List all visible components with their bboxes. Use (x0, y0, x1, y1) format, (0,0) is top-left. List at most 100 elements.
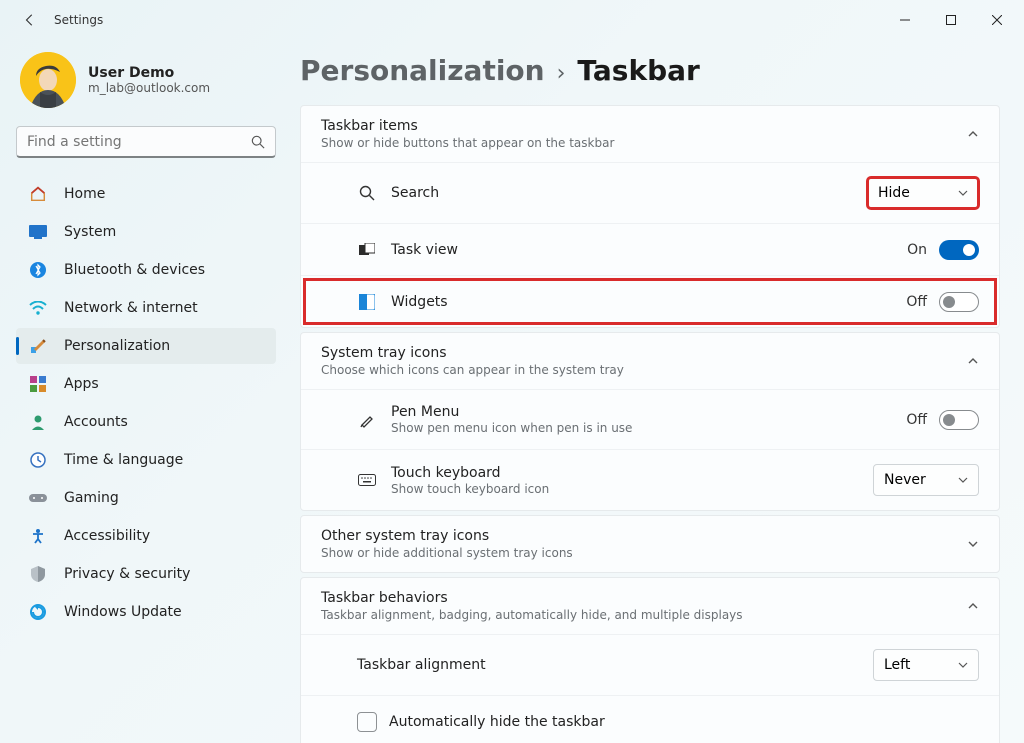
toggle-state: On (907, 242, 927, 258)
nav-apps[interactable]: Apps (16, 366, 276, 402)
chevron-right-icon: › (557, 61, 566, 86)
nav-label: Network & internet (64, 300, 198, 316)
row-pen-menu: Pen Menu Show pen menu icon when pen is … (301, 389, 999, 449)
nav-gaming[interactable]: Gaming (16, 480, 276, 516)
row-search: Search Hide (301, 162, 999, 223)
taskview-icon (357, 240, 377, 260)
home-icon (28, 184, 48, 204)
section-system-tray: System tray icons Choose which icons can… (300, 332, 1000, 511)
user-email: m_lab@outlook.com (88, 81, 210, 95)
close-button[interactable] (974, 0, 1020, 40)
nav-privacy[interactable]: Privacy & security (16, 556, 276, 592)
nav-personalization[interactable]: Personalization (16, 328, 276, 364)
nav-label: Accounts (64, 414, 128, 430)
toggle-state: Off (906, 294, 927, 310)
nav-label: Accessibility (64, 528, 150, 544)
section-header[interactable]: Taskbar behaviors Taskbar alignment, bad… (301, 578, 999, 634)
section-title: System tray icons (321, 345, 967, 361)
row-label: Pen Menu (391, 404, 906, 420)
row-label: Automatically hide the taskbar (389, 714, 605, 730)
row-widgets: Widgets Off (301, 275, 999, 327)
gaming-icon (28, 488, 48, 508)
section-subtitle: Show or hide additional system tray icon… (321, 546, 967, 560)
autohide-checkbox[interactable] (357, 712, 377, 732)
nav-time[interactable]: Time & language (16, 442, 276, 478)
bluetooth-icon (28, 260, 48, 280)
section-other-tray[interactable]: Other system tray icons Show or hide add… (300, 515, 1000, 573)
chevron-up-icon (967, 355, 979, 367)
widgets-icon (357, 292, 377, 312)
nav-home[interactable]: Home (16, 176, 276, 212)
row-label: Task view (391, 242, 907, 258)
search-box[interactable] (16, 126, 276, 158)
maximize-button[interactable] (928, 0, 974, 40)
row-touch-keyboard: Touch keyboard Show touch keyboard icon … (301, 449, 999, 510)
page-title: Taskbar (577, 54, 699, 87)
nav-bluetooth[interactable]: Bluetooth & devices (16, 252, 276, 288)
dropdown-value: Left (884, 657, 910, 673)
system-icon (28, 222, 48, 242)
nav-label: Privacy & security (64, 566, 190, 582)
row-label: Widgets (391, 294, 906, 310)
pen-icon (357, 410, 377, 430)
window-title: Settings (54, 13, 103, 27)
section-subtitle: Choose which icons can appear in the sys… (321, 363, 967, 377)
nav-accounts[interactable]: Accounts (16, 404, 276, 440)
nav-update[interactable]: Windows Update (16, 594, 276, 630)
nav-label: Time & language (64, 452, 183, 468)
title-bar: Settings (0, 0, 1024, 40)
back-button[interactable] (16, 6, 44, 34)
nav-accessibility[interactable]: Accessibility (16, 518, 276, 554)
chevron-up-icon (967, 600, 979, 612)
search-icon (251, 135, 265, 149)
section-taskbar-behaviors: Taskbar behaviors Taskbar alignment, bad… (300, 577, 1000, 743)
nav-label: Apps (64, 376, 99, 392)
breadcrumb-parent[interactable]: Personalization (300, 54, 545, 87)
row-label: Search (391, 185, 867, 201)
accounts-icon (28, 412, 48, 432)
taskview-toggle[interactable] (939, 240, 979, 260)
row-autohide[interactable]: Automatically hide the taskbar (301, 695, 999, 743)
update-icon (28, 602, 48, 622)
toggle-state: Off (906, 412, 927, 428)
section-header[interactable]: System tray icons Choose which icons can… (301, 333, 999, 389)
row-label: Touch keyboard (391, 465, 873, 481)
section-title: Taskbar items (321, 118, 967, 134)
sidebar: User Demo m_lab@outlook.com Home System … (0, 40, 292, 743)
row-alignment: Taskbar alignment Left (301, 634, 999, 695)
section-title: Taskbar behaviors (321, 590, 967, 606)
section-subtitle: Show or hide buttons that appear on the … (321, 136, 967, 150)
shield-icon (28, 564, 48, 584)
breadcrumb: Personalization › Taskbar (300, 54, 1000, 87)
accessibility-icon (28, 526, 48, 546)
row-taskview: Task view On (301, 223, 999, 275)
pen-toggle[interactable] (939, 410, 979, 430)
chevron-down-icon (958, 475, 968, 485)
section-header[interactable]: Taskbar items Show or hide buttons that … (301, 106, 999, 162)
nav-list: Home System Bluetooth & devices Network … (16, 176, 276, 630)
nav-label: Home (64, 186, 105, 202)
nav-label: Bluetooth & devices (64, 262, 205, 278)
wifi-icon (28, 298, 48, 318)
search-input[interactable] (27, 134, 251, 150)
row-sublabel: Show pen menu icon when pen is in use (391, 421, 906, 435)
nav-system[interactable]: System (16, 214, 276, 250)
search-dropdown[interactable]: Hide (867, 177, 979, 209)
apps-icon (28, 374, 48, 394)
nav-label: Gaming (64, 490, 119, 506)
section-subtitle: Taskbar alignment, badging, automaticall… (321, 608, 967, 622)
nav-label: System (64, 224, 116, 240)
user-profile[interactable]: User Demo m_lab@outlook.com (20, 52, 276, 108)
minimize-button[interactable] (882, 0, 928, 40)
touch-keyboard-dropdown[interactable]: Never (873, 464, 979, 496)
section-taskbar-items: Taskbar items Show or hide buttons that … (300, 105, 1000, 328)
chevron-down-icon (958, 660, 968, 670)
dropdown-value: Never (884, 472, 926, 488)
chevron-up-icon (967, 128, 979, 140)
nav-network[interactable]: Network & internet (16, 290, 276, 326)
dropdown-value: Hide (878, 185, 910, 201)
alignment-dropdown[interactable]: Left (873, 649, 979, 681)
nav-label: Windows Update (64, 604, 182, 620)
widgets-toggle[interactable] (939, 292, 979, 312)
row-sublabel: Show touch keyboard icon (391, 482, 873, 496)
